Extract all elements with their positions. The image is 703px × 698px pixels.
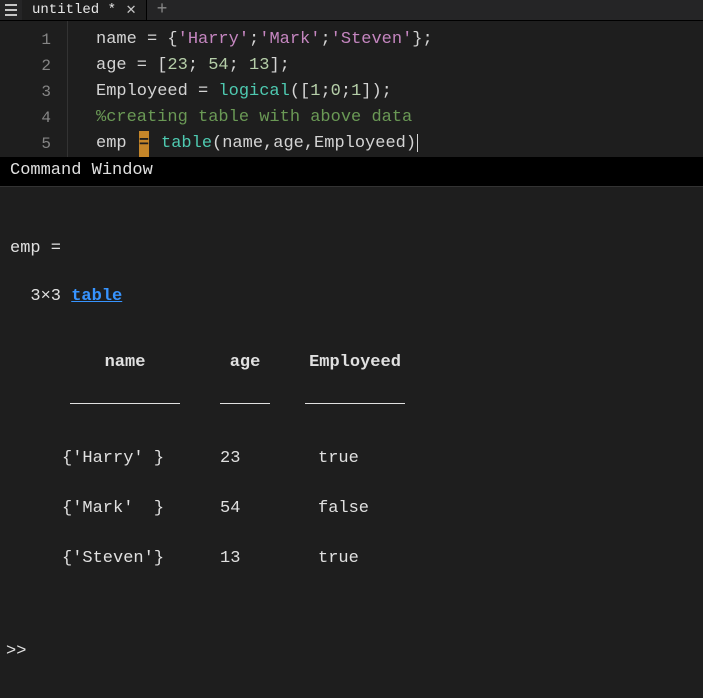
col-header-name: name — [50, 351, 200, 375]
code-line[interactable]: name = {'Harry';'Mark';'Steven'}; — [96, 27, 433, 53]
new-tab-button[interactable]: + — [147, 0, 177, 20]
line-number: 3 — [0, 79, 67, 105]
close-icon[interactable]: ✕ — [124, 3, 138, 17]
output-dims: 3×3 — [10, 287, 71, 306]
command-prompt[interactable]: >> — [6, 640, 693, 664]
code-line[interactable]: Employeed = logical([1;0;1]); — [96, 79, 433, 105]
table-row: {'Harry' }23true — [50, 446, 693, 472]
col-header-employeed: Employeed — [290, 351, 420, 375]
tab-title: untitled * — [32, 2, 116, 18]
tabstrip-icon[interactable] — [0, 0, 22, 20]
table-header: nameageEmployeed — [50, 351, 693, 375]
code-line[interactable]: age = [23; 54; 13]; — [96, 53, 433, 79]
table-row: {'Steven'}13true — [50, 546, 693, 572]
file-tab-untitled[interactable]: untitled * ✕ — [22, 0, 147, 20]
col-header-age: age — [200, 351, 290, 375]
line-gutter: 1 2 3 4 5 — [0, 21, 68, 157]
command-window-title: Command Window — [0, 157, 703, 187]
line-number: 1 — [0, 27, 67, 53]
table-rule — [50, 403, 693, 404]
warning-marker-icon[interactable]: = — [139, 131, 149, 157]
table-type-link[interactable]: table — [71, 287, 122, 306]
line-number: 5 — [0, 131, 67, 157]
code-line[interactable]: %creating table with above data — [96, 105, 433, 131]
line-number: 4 — [0, 105, 67, 131]
code-area[interactable]: name = {'Harry';'Mark';'Steven'}; age = … — [68, 21, 433, 157]
output-var-line: emp = — [10, 239, 61, 258]
tab-bar: untitled * ✕ + — [0, 0, 703, 21]
code-line[interactable]: emp = table(name,age,Employeed) — [96, 131, 433, 157]
code-editor[interactable]: 1 2 3 4 5 name = {'Harry';'Mark';'Steven… — [0, 21, 703, 157]
command-window[interactable]: emp = 3×3 table nameageEmployeed {'Harry… — [0, 187, 703, 698]
line-number: 2 — [0, 53, 67, 79]
text-cursor — [417, 134, 418, 152]
table-row: {'Mark' }54false — [50, 496, 693, 522]
